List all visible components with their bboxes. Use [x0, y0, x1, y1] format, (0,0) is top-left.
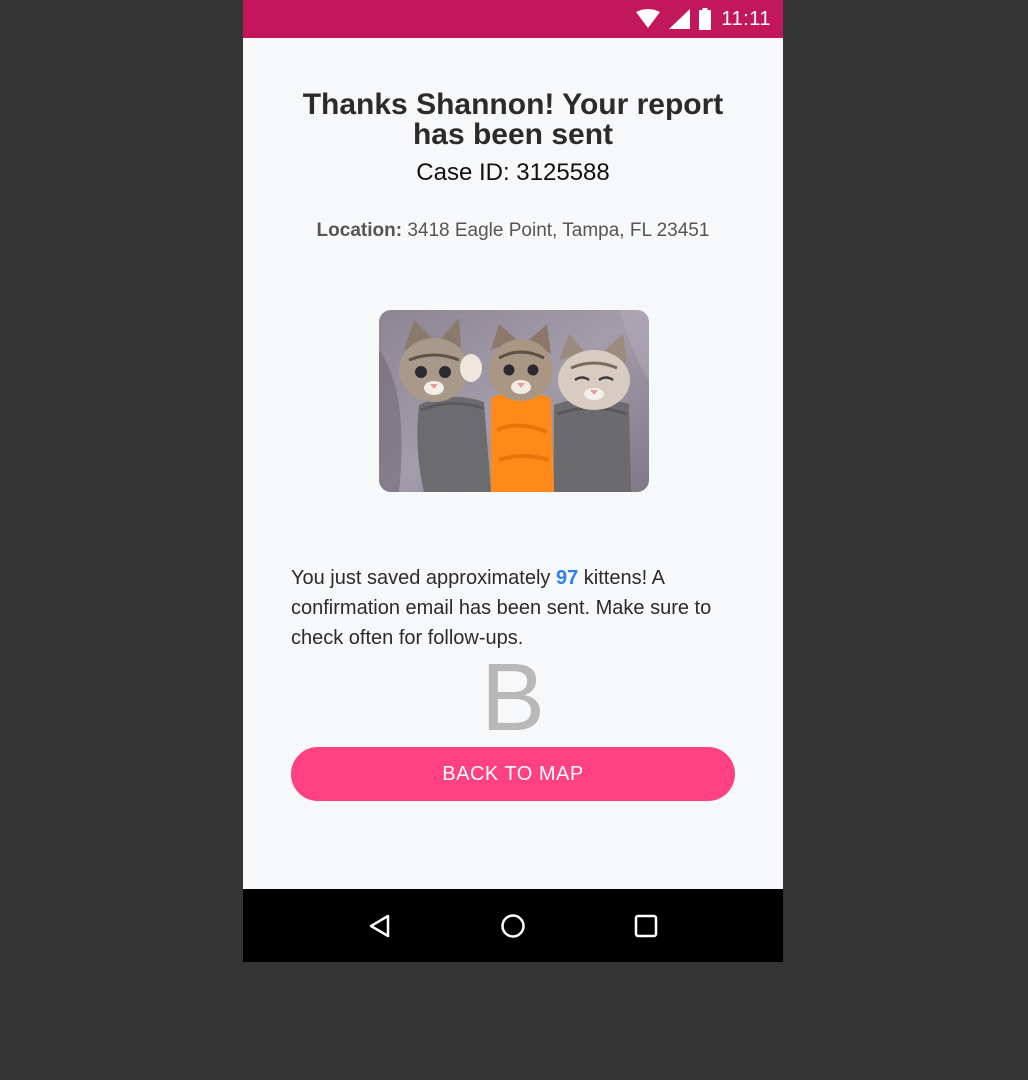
confirmation-message: You just saved approximately 97 kittens!… — [291, 563, 741, 653]
phone-screen: 11:11 Thanks Shannon! Your report has be… — [243, 0, 783, 962]
kittens-image — [379, 310, 649, 492]
cellular-signal-icon — [669, 9, 691, 29]
back-icon[interactable] — [360, 906, 400, 946]
wifi-icon — [635, 9, 661, 29]
kitten-count: 97 — [555, 567, 579, 589]
location-value: 3418 Eagle Point, Tampa, FL 23451 — [407, 220, 710, 241]
status-bar: 11:11 — [243, 0, 783, 38]
navigation-bar — [243, 889, 783, 962]
battery-icon — [699, 8, 712, 30]
letter-b: B — [480, 644, 546, 751]
message-intro: You just saved approximately — [291, 567, 556, 589]
page-title: Thanks Shannon! Your report has been sen… — [302, 88, 724, 151]
recents-icon[interactable] — [626, 906, 666, 946]
home-icon[interactable] — [493, 906, 533, 946]
location-line: Location: 3418 Eagle Point, Tampa, FL 23… — [243, 220, 783, 242]
status-time: 11:11 — [721, 7, 771, 30]
back-to-map-button[interactable]: BACK TO MAP — [291, 747, 735, 801]
confirmation-screen: Thanks Shannon! Your report has been sen… — [243, 38, 783, 889]
location-label: Location: — [316, 220, 403, 241]
case-id: Case ID: 3125588 — [416, 159, 610, 186]
